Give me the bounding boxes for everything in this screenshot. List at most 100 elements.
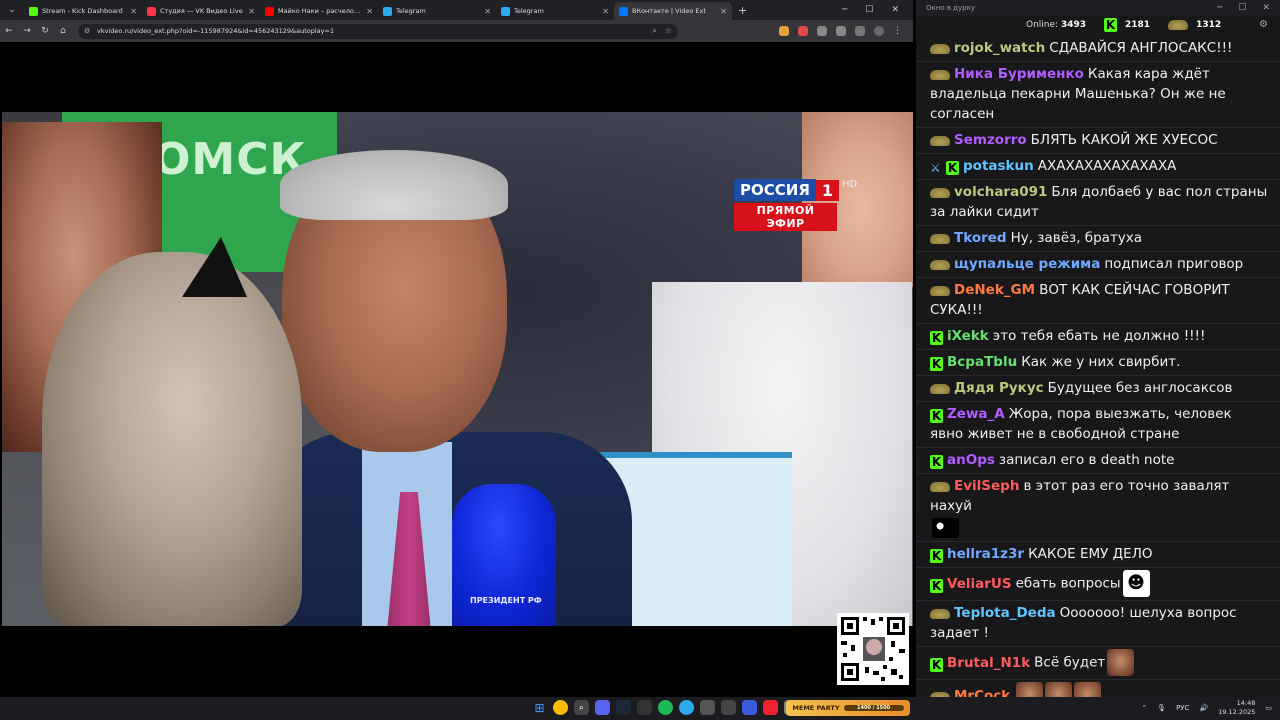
meme-party-progress: 1400 / 1500 bbox=[843, 705, 904, 711]
extension-icon[interactable] bbox=[798, 26, 808, 36]
notifications-icon[interactable]: ▭ bbox=[1265, 704, 1272, 712]
back-icon[interactable]: ← bbox=[0, 26, 18, 36]
chat-username[interactable]: iXekk bbox=[947, 328, 989, 344]
close-icon[interactable]: ✕ bbox=[1262, 3, 1270, 13]
tray-chevron-icon[interactable]: ⌃ bbox=[1141, 704, 1147, 712]
chat-username[interactable]: Zewa_A bbox=[947, 406, 1005, 422]
telegram-icon[interactable] bbox=[679, 700, 694, 715]
site-info-icon[interactable]: ⚙ bbox=[84, 27, 92, 35]
meme-party-label: MEME PARTY bbox=[792, 704, 840, 712]
app-icon[interactable] bbox=[742, 700, 757, 715]
subscriber-badge-icon bbox=[930, 188, 950, 198]
tab-strip: Stream - Kick Dashboard ✕ Студия — VK Виде… bbox=[24, 0, 732, 20]
chat-username[interactable]: volchara091 bbox=[954, 184, 1047, 200]
chat-username[interactable]: rojok_watch bbox=[954, 40, 1045, 56]
chat-username[interactable]: Brutal_N1k bbox=[947, 655, 1030, 671]
chat-message: ⚔ Kpotaskun АХАХАХАХАХАХАХА bbox=[916, 154, 1280, 180]
chat-username[interactable]: anOps bbox=[947, 452, 995, 468]
browser-tab[interactable]: Студия — VK Видео Live ✕ bbox=[142, 2, 260, 20]
profile-avatar[interactable] bbox=[874, 26, 884, 36]
mic-icon[interactable]: 🎙 bbox=[1157, 704, 1166, 712]
close-icon[interactable]: ✕ bbox=[891, 5, 899, 15]
tab-search-icon[interactable]: ⌄ bbox=[0, 0, 24, 20]
tab-close-icon[interactable]: ✕ bbox=[602, 7, 609, 16]
kick-badge-icon: K bbox=[946, 161, 959, 175]
chat-username[interactable]: potaskun bbox=[963, 158, 1034, 174]
chat-username[interactable]: Tkored bbox=[954, 230, 1007, 246]
subscriber-badge-icon bbox=[930, 136, 950, 146]
volume-icon[interactable]: 🔊 bbox=[1199, 704, 1208, 712]
chat-username[interactable]: Semzorro bbox=[954, 132, 1027, 148]
kick-viewers: K 2181 bbox=[1104, 18, 1150, 32]
chat-username[interactable]: VeliarUS bbox=[947, 576, 1012, 592]
browser-tab[interactable]: Майко Наки – расчеловечиваю ✕ bbox=[260, 2, 378, 20]
tab-close-icon[interactable]: ✕ bbox=[248, 7, 255, 16]
forward-icon[interactable]: → bbox=[18, 26, 36, 36]
chrome-icon[interactable] bbox=[553, 700, 568, 715]
language-indicator[interactable]: РУС bbox=[1176, 704, 1189, 712]
tab-close-icon[interactable]: ✕ bbox=[130, 7, 137, 16]
settings-icon[interactable]: ⚙ bbox=[1259, 19, 1268, 30]
chat-username[interactable]: щупальце режима bbox=[954, 256, 1100, 272]
clock[interactable]: 14:48 19.12.2025 bbox=[1218, 699, 1255, 717]
tab-title: ВКонтакте | Video Ext bbox=[632, 7, 706, 15]
tab-favicon-icon bbox=[383, 6, 392, 16]
home-icon[interactable]: ⌂ bbox=[54, 26, 72, 36]
maximize-icon[interactable]: ☐ bbox=[865, 5, 873, 15]
discord-icon[interactable] bbox=[595, 700, 610, 715]
chat-message: Tkored Ну, завёз, братуха bbox=[916, 226, 1280, 252]
address-bar[interactable]: ⚙ vkvideo.ru/video_ext.php?oid=-11598792… bbox=[78, 23, 678, 39]
chat-username[interactable]: DeNek_GM bbox=[954, 282, 1035, 298]
steam-icon[interactable] bbox=[616, 700, 631, 715]
tab-close-icon[interactable]: ✕ bbox=[720, 7, 727, 16]
maximize-icon[interactable]: ☐ bbox=[1238, 3, 1246, 13]
chat-message: DeNek_GM ВОТ КАК СЕЙЧАС ГОВОРИТ СУКА!!! bbox=[916, 278, 1280, 324]
chat-text: СДАВАЙСЯ АНГЛОСАКС!!! bbox=[1049, 40, 1233, 56]
chat-username[interactable]: Ника Бурименко bbox=[954, 66, 1084, 82]
tab-close-icon[interactable]: ✕ bbox=[366, 7, 373, 16]
chat-username[interactable]: EvilSeph bbox=[954, 478, 1019, 494]
start-windows-icon[interactable]: ⊞ bbox=[532, 700, 547, 715]
chat-username[interactable]: hellra1z3r bbox=[947, 546, 1024, 562]
browser-tab[interactable]: Telegram ✕ bbox=[378, 2, 496, 20]
chat-message: Teplota_Deda Ооооооо! шелуха вопрос задае… bbox=[916, 601, 1280, 647]
minimize-icon[interactable]: ─ bbox=[842, 5, 847, 15]
chat-text: подписал приговор bbox=[1104, 256, 1244, 272]
tab-close-icon[interactable]: ✕ bbox=[484, 7, 491, 16]
zoom-icon[interactable]: ⌕ bbox=[652, 26, 656, 36]
tab-favicon-icon bbox=[147, 6, 156, 16]
minimize-icon[interactable]: ─ bbox=[1217, 3, 1222, 13]
online-counter: Online: 3493 bbox=[1026, 20, 1086, 30]
kick-badge-icon: K bbox=[930, 357, 943, 371]
obs-icon[interactable] bbox=[721, 700, 736, 715]
meme-party-widget[interactable]: MEME PARTY 1400 / 1500 bbox=[786, 700, 910, 716]
chat-username[interactable]: Дядя Рукус bbox=[954, 380, 1044, 396]
spotify-icon[interactable] bbox=[658, 700, 673, 715]
download-icon[interactable] bbox=[855, 26, 865, 36]
subscriber-badge-icon bbox=[930, 384, 950, 394]
kick-count: 2181 bbox=[1125, 20, 1151, 30]
tab-title: Майко Наки – расчеловечиваю bbox=[278, 7, 362, 15]
app-icon[interactable] bbox=[763, 700, 778, 715]
app-icon[interactable] bbox=[700, 700, 715, 715]
chat-username[interactable]: Teplota_Deda bbox=[954, 605, 1056, 621]
taskbar-apps: ⊞ ⌕ bbox=[532, 700, 799, 715]
menu-icon[interactable]: ⋮ bbox=[893, 26, 903, 36]
new-tab-button[interactable]: + bbox=[732, 4, 753, 17]
chat-message: K Zewa_A Жора, пора выезжать, человек явно… bbox=[916, 402, 1280, 448]
app-icon[interactable] bbox=[637, 700, 652, 715]
extensions-puzzle-icon[interactable] bbox=[836, 26, 846, 36]
extension-icon[interactable] bbox=[817, 26, 827, 36]
search-icon[interactable]: ⌕ bbox=[574, 700, 589, 715]
chat-messages[interactable]: rojok_watch СДАВАЙСЯ АНГЛОСАКС!!! Ника Бур… bbox=[916, 36, 1280, 713]
reload-icon[interactable]: ↻ bbox=[36, 26, 54, 36]
chat-username[interactable]: BcpaTblu bbox=[947, 354, 1017, 370]
browser-tab[interactable]: Telegram ✕ bbox=[496, 2, 614, 20]
subscriber-badge-icon bbox=[930, 286, 950, 296]
bookmark-star-icon[interactable]: ☆ bbox=[665, 26, 672, 36]
qr-code bbox=[837, 613, 909, 685]
browser-tab[interactable]: Stream - Kick Dashboard ✕ bbox=[24, 2, 142, 20]
browser-tab[interactable]: ВКонтакте | Video Ext ✕ bbox=[614, 2, 732, 20]
extension-icon[interactable] bbox=[779, 26, 789, 36]
tab-title: Студия — VK Видео Live bbox=[160, 7, 243, 15]
